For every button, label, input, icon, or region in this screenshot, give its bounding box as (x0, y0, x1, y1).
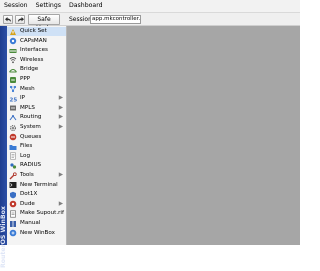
submenu-arrow-icon: ▶ (58, 124, 63, 130)
queues-icon (9, 133, 17, 141)
svg-text:255: 255 (10, 97, 18, 103)
sidebar-item-mpls[interactable]: MPLS ▶ (7, 104, 66, 113)
sidebar-item-label: CAPsMAN (20, 37, 47, 44)
sidebar-item-label: Routing (20, 114, 42, 121)
brand-bar: RouterOS WinBox (0, 26, 7, 268)
redo-button[interactable] (15, 15, 25, 24)
sidebar-item-label: Bridge (20, 66, 39, 73)
sidebar-item-label: MPLS (20, 104, 35, 111)
undo-button[interactable] (3, 15, 13, 24)
mpls-icon (9, 104, 17, 112)
interfaces-icon (9, 47, 17, 55)
system-icon (9, 124, 17, 132)
sidebar-item-tools[interactable]: Tools ▶ (7, 171, 66, 180)
routing-icon (9, 114, 17, 122)
sidebar-item-ip[interactable]: 255IP ▶ (7, 94, 66, 103)
sidebar-item-label: New Terminal (20, 181, 58, 188)
sidebar-item-ppp[interactable]: PPP (7, 75, 66, 84)
toolbar: Safe Mode Session: app.mkcontroller.com (0, 12, 300, 32)
menu-bar: Session Settings Dashboard (0, 0, 300, 12)
menu-session[interactable]: Session (0, 0, 32, 12)
sidebar-item-manual[interactable]: Manual (7, 219, 66, 228)
sidebar-item-radius[interactable]: RADIUS (7, 161, 66, 170)
terminal-icon (9, 181, 17, 189)
log-icon (9, 152, 17, 160)
sidebar-item-label: IP (20, 95, 26, 102)
manual-icon (9, 220, 17, 228)
workspace-area (67, 26, 300, 245)
session-address-field[interactable]: app.mkcontroller.com (90, 15, 141, 24)
sidebar-item-bridge[interactable]: Bridge (7, 65, 66, 74)
bridge-icon (9, 66, 17, 74)
capsman-icon (9, 37, 17, 45)
radius-icon (9, 162, 17, 170)
sidebar-item-files[interactable]: Files (7, 142, 66, 151)
sidebar-item-label: Wireless (20, 56, 44, 63)
sidebar-item-label: Log (20, 152, 30, 159)
sidebar-item-label: Quick Set (20, 28, 47, 34)
tools-icon (9, 171, 17, 180)
sidebar-item-label: Mesh (20, 85, 35, 92)
ip-icon: 255 (9, 95, 18, 103)
submenu-arrow-icon: ▶ (58, 114, 63, 121)
dude-icon (9, 200, 17, 208)
dot1x-icon (9, 191, 17, 199)
submenu-arrow-icon: ▶ (58, 95, 63, 102)
quick-set-icon (9, 28, 17, 36)
new-winbox-icon (9, 229, 17, 237)
sidebar-item-label: Dude (20, 200, 35, 207)
brand-text: RouterOS WinBox (0, 206, 7, 268)
sidebar-item-quick-set[interactable]: Quick Set (7, 27, 66, 36)
sidebar-item-new-terminal[interactable]: New Terminal (7, 181, 66, 190)
sidebar-item-label: PPP (20, 76, 31, 82)
supout-icon (9, 210, 17, 218)
sidebar-item-make-supout-rif[interactable]: Make Supout.rif (7, 209, 66, 218)
sidebar-item-label: Interfaces (20, 47, 48, 54)
undo-arrow-icon (4, 16, 12, 23)
sidebar-item-label: RADIUS (20, 162, 42, 169)
redo-arrow-icon (17, 16, 24, 23)
sidebar: Quick Set CAPsMAN Interfaces Wireless Bridge… (7, 26, 67, 245)
mesh-icon (9, 85, 17, 93)
sidebar-item-dude[interactable]: Dude ▶ (7, 200, 66, 209)
sidebar-item-dot1x[interactable]: Dot1X (7, 190, 66, 199)
sidebar-item-label: Files (20, 143, 33, 150)
files-icon (9, 143, 17, 151)
sidebar-item-label: Make Supout.rif (20, 210, 64, 217)
sidebar-item-label: Queues (20, 133, 42, 140)
sidebar-item-label: Dot1X (20, 191, 38, 198)
menu-settings[interactable]: Settings (32, 0, 65, 12)
sidebar-item-label: System (20, 124, 41, 130)
sidebar-item-log[interactable]: Log (7, 152, 66, 161)
sidebar-item-new-winbox[interactable]: New WinBox (7, 229, 66, 238)
sidebar-item-queues[interactable]: Queues (7, 133, 66, 142)
sidebar-item-label: Manual (20, 220, 41, 226)
sidebar-item-mesh[interactable]: Mesh (7, 85, 66, 94)
safe-mode-button[interactable]: Safe Mode (28, 14, 60, 32)
ppp-icon (9, 76, 17, 84)
sidebar-item-wireless[interactable]: Wireless (7, 56, 66, 65)
sidebar-item-routing[interactable]: Routing ▶ (7, 113, 66, 122)
wireless-icon (9, 56, 17, 64)
menu-dashboard[interactable]: Dashboard (65, 0, 107, 12)
sidebar-item-label: Tools (20, 172, 34, 178)
sidebar-item-capsman[interactable]: CAPsMAN (7, 37, 66, 46)
submenu-arrow-icon: ▶ (58, 200, 63, 207)
sidebar-item-interfaces[interactable]: Interfaces (7, 46, 66, 55)
sidebar-item-label: New WinBox (20, 229, 55, 236)
submenu-arrow-icon: ▶ (58, 172, 63, 178)
sidebar-item-system[interactable]: System ▶ (7, 123, 66, 132)
submenu-arrow-icon: ▶ (58, 104, 63, 111)
